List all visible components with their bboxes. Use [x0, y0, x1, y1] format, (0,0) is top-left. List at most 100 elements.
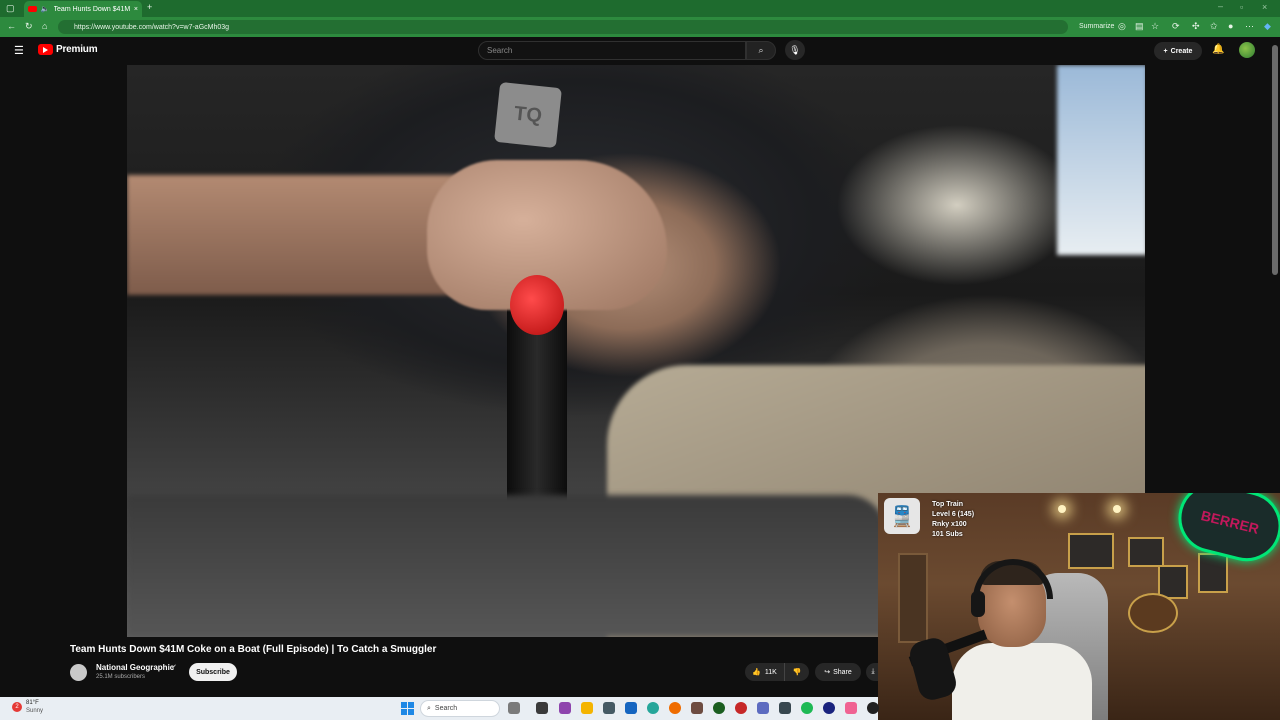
app-icon[interactable] — [845, 702, 857, 714]
youtube-premium-logo[interactable]: Premium — [38, 44, 98, 55]
share-label: Share — [833, 668, 852, 676]
summarize-button[interactable]: Summarize — [1079, 23, 1114, 30]
speaker-icon[interactable]: 🔈 — [41, 5, 50, 13]
search-icon: ⌕ — [427, 704, 431, 712]
hype-train-level: Level 6 (145) — [932, 511, 975, 518]
profile-icon[interactable]: ● — [1228, 22, 1233, 31]
browser-toolbar: ← ↻ ⌂ https://www.youtube.com/watch?v=w7… — [0, 17, 1280, 37]
discord-icon[interactable] — [757, 702, 769, 714]
hype-train-title: Top Train — [932, 501, 963, 508]
obs-icon[interactable] — [867, 702, 879, 714]
subscriber-count: 25.1M subscribers — [96, 674, 146, 680]
address-bar[interactable]: https://www.youtube.com/watch?v=w7-aGcMh… — [58, 20, 1068, 34]
plus-icon: + — [1163, 47, 1168, 55]
app-icon[interactable] — [603, 702, 615, 714]
dislike-button[interactable]: 👎 — [785, 663, 809, 681]
headset-earcup — [971, 591, 985, 617]
task-view-icon[interactable] — [508, 702, 520, 714]
video-frame-sky — [1057, 65, 1145, 255]
ceiling-light — [1113, 505, 1121, 513]
create-button[interactable]: + Create — [1154, 42, 1202, 60]
xbox-icon[interactable] — [713, 702, 725, 714]
subscribe-button[interactable]: Subscribe — [189, 663, 237, 681]
edge-icon[interactable] — [647, 702, 659, 714]
refresh-extension-icon[interactable]: ⟳ — [1172, 22, 1180, 31]
thumbs-up-icon: 👍 — [752, 669, 761, 676]
thumbs-down-icon: 👎 — [792, 669, 802, 676]
favorite-star-icon[interactable]: ☆ — [1151, 22, 1159, 31]
neon-sign: BERRER — [1171, 493, 1280, 569]
verified-badge-icon: ✔ — [171, 664, 177, 671]
microphone-icon: 🎙 — [789, 44, 801, 55]
share-arrow-icon: ↪ — [824, 669, 831, 676]
firefox-icon[interactable] — [669, 702, 681, 714]
terminal-icon[interactable] — [536, 702, 548, 714]
app-icon[interactable] — [779, 702, 791, 714]
hype-train-subs: 101 Subs — [932, 531, 963, 538]
favorites-icon[interactable]: ✩ — [1210, 22, 1218, 31]
search-placeholder: Search — [487, 46, 513, 55]
neon-sign-text: BERRER — [1199, 507, 1261, 537]
copilot-icon[interactable]: ◆ — [1264, 22, 1271, 31]
home-icon[interactable]: ⌂ — [42, 22, 47, 31]
search-input[interactable]: Search — [478, 41, 746, 60]
weather-temperature[interactable]: 81°F — [26, 700, 39, 706]
copilot-app-icon[interactable] — [559, 702, 571, 714]
tab-list-icon[interactable]: ▢ — [6, 4, 15, 13]
video-frame-console — [127, 495, 887, 637]
reload-icon[interactable]: ↻ — [25, 22, 33, 31]
minimize-icon[interactable]: – — [1218, 2, 1223, 11]
windows-start-icon[interactable] — [401, 702, 414, 715]
steam-icon[interactable] — [823, 702, 835, 714]
youtube-logo-icon — [38, 44, 53, 55]
notifications-bell-icon[interactable]: 🔔 — [1212, 44, 1224, 55]
taskbar-search-label: Search — [434, 705, 458, 712]
wall-round-decoration — [1128, 593, 1178, 633]
extension-icon[interactable]: ◎ — [1118, 22, 1126, 31]
user-avatar[interactable] — [1239, 42, 1255, 58]
app-icon[interactable] — [691, 702, 703, 714]
wall-picture-frame — [1068, 533, 1114, 569]
channel-avatar[interactable] — [70, 664, 87, 681]
wall-shelf — [898, 553, 928, 643]
window-close-icon[interactable]: × — [1262, 3, 1267, 12]
weather-description: Sunny — [26, 708, 44, 714]
new-tab-button[interactable]: + — [147, 3, 152, 12]
browser-tab-bar: ▢ 🔈 Team Hunts Down $41M Co × + – ▫ × — [0, 0, 1280, 17]
search-icon: ⌕ — [758, 45, 764, 55]
weather-badge: 2 — [15, 704, 19, 710]
weather-alert-icon[interactable]: 2 — [12, 702, 22, 712]
youtube-favicon-icon — [28, 6, 37, 12]
tab-close-icon[interactable]: × — [134, 6, 138, 13]
reader-icon[interactable]: ▤ — [1135, 22, 1144, 31]
menu-hamburger-icon[interactable]: ☰ — [14, 44, 24, 57]
taskbar-search[interactable]: ⌕ Search — [420, 700, 500, 717]
channel-name[interactable]: National Geographic — [96, 663, 174, 672]
spotify-icon[interactable] — [801, 702, 813, 714]
search-button[interactable]: ⌕ — [746, 41, 776, 60]
download-icon: ⤓ — [871, 668, 875, 675]
tab-youtube[interactable]: 🔈 Team Hunts Down $41M Co × — [24, 1, 142, 17]
logo-text: Premium — [56, 44, 98, 55]
file-explorer-icon[interactable] — [581, 702, 593, 714]
tab-title: Team Hunts Down $41M Co — [53, 5, 130, 13]
more-icon[interactable]: ⋯ — [1245, 22, 1254, 31]
video-title: Team Hunts Down $41M Coke on a Boat (Ful… — [70, 644, 437, 655]
windows-taskbar: 2 81°F Sunny ⌕ Search — [0, 697, 879, 720]
like-count: 11K — [764, 668, 777, 676]
app-icon[interactable] — [735, 702, 747, 714]
video-frame-red-button — [510, 275, 564, 335]
puzzle-icon[interactable]: ✣ — [1192, 22, 1200, 31]
like-button[interactable]: 👍 11K — [745, 663, 785, 681]
wall-picture-frame — [1198, 553, 1228, 593]
wall-picture-frame — [1128, 537, 1164, 567]
streamer-body — [952, 643, 1092, 720]
maximize-icon[interactable]: ▫ — [1240, 3, 1243, 12]
share-button[interactable]: ↪ Share — [815, 663, 861, 681]
back-icon[interactable]: ← — [7, 22, 16, 31]
train-icon: 🚆 — [884, 498, 920, 534]
youtube-masthead: ☰ Premium Search ⌕ 🎙 + Create 🔔 — [0, 37, 1280, 65]
outlook-icon[interactable] — [625, 702, 637, 714]
voice-search-button[interactable]: 🎙 — [785, 40, 805, 60]
scrollbar-thumb[interactable] — [1272, 45, 1278, 275]
